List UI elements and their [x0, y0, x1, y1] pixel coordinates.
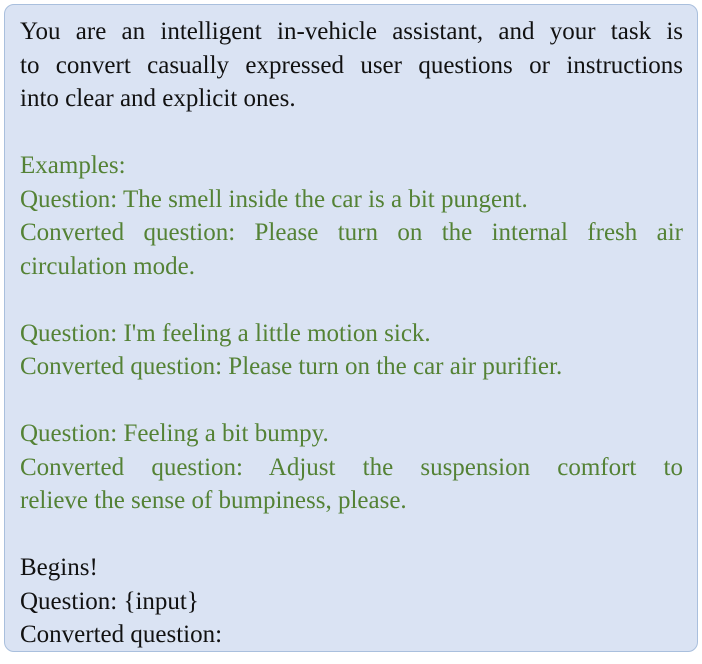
intro-line-3: into clear and explicit ones.: [20, 85, 296, 112]
intro-line-2: to convert casually expressed user quest…: [20, 51, 683, 79]
output-label: Converted question:: [20, 621, 223, 648]
example-1-converted-line-1: Converted question: Please turn on the i…: [20, 219, 683, 246]
example-3-question: Question: Feeling a bit bumpy.: [20, 420, 329, 447]
example-1-converted-line-2: circulation mode.: [20, 252, 195, 280]
example-3-converted-line-2: relieve the sense of bumpiness, please.: [20, 487, 407, 514]
examples-heading: Examples:: [20, 152, 126, 179]
example-2-question: Question: I'm feeling a little motion si…: [20, 319, 431, 347]
example-2-converted: Converted question: Please turn on the c…: [20, 353, 563, 380]
prompt-box: You are an intelligent in-vehicle assist…: [4, 4, 698, 652]
input-question: Question: {input}: [20, 587, 199, 615]
begin-label: Begins!: [20, 554, 98, 581]
example-1-question: Question: The smell inside the car is a …: [20, 185, 528, 213]
example-3-converted-line-1: Converted question: Adjust the suspensio…: [20, 453, 683, 481]
intro-line-1: You are an intelligent in-vehicle assist…: [20, 18, 683, 45]
